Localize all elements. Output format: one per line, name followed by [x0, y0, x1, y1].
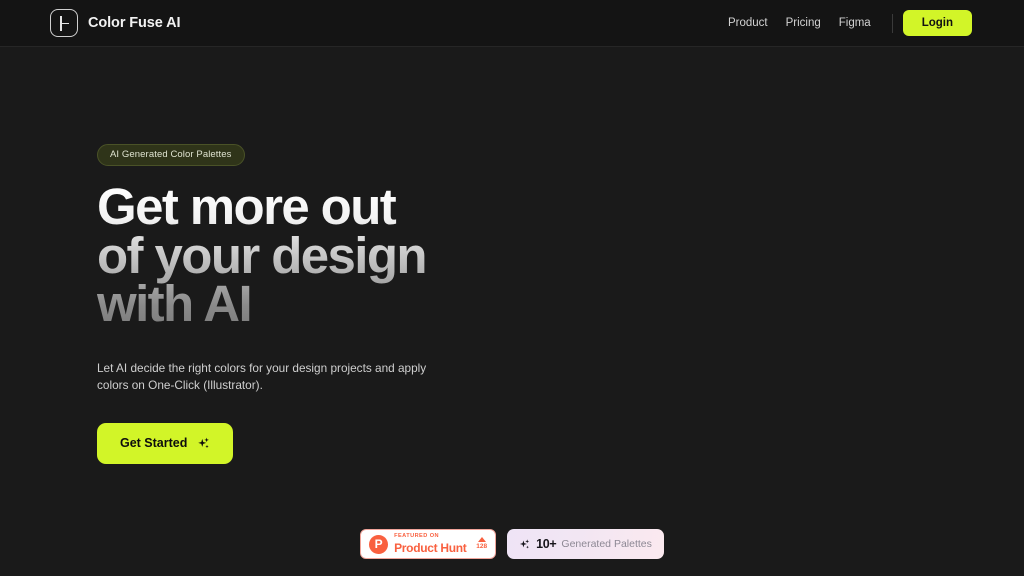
- product-hunt-logo-icon: P: [369, 534, 389, 554]
- headline-line-1: Get more out: [97, 178, 396, 235]
- nav-link-pricing[interactable]: Pricing: [777, 17, 830, 29]
- get-started-label: Get Started: [120, 436, 188, 451]
- generated-palettes-label: Generated Palettes: [561, 538, 652, 550]
- page-title: Get more out of your design with AI: [97, 183, 517, 329]
- product-hunt-vote-count: 128: [476, 543, 488, 551]
- generated-palettes-count: 10+: [536, 537, 557, 551]
- product-hunt-votes[interactable]: 128: [476, 537, 487, 551]
- product-hunt-name: Product Hunt: [394, 540, 467, 555]
- brand-name: Color Fuse AI: [88, 15, 181, 31]
- product-hunt-featured-label: FEATURED ON: [394, 533, 440, 540]
- product-hunt-badge[interactable]: P FEATURED ON Product Hunt 128: [360, 529, 497, 559]
- hero-badge-label: AI Generated Color Palettes: [110, 149, 232, 160]
- hero-subtext: Let AI decide the right colors for your …: [97, 361, 427, 392]
- get-started-button[interactable]: Get Started: [97, 422, 234, 464]
- nav-link-figma[interactable]: Figma: [830, 17, 880, 29]
- site-header: Color Fuse AI Product Pricing Figma Logi…: [0, 0, 1024, 47]
- nav-divider: [891, 13, 893, 33]
- sparkles-icon: [518, 538, 531, 551]
- headline-line-3: with AI: [97, 275, 252, 333]
- main-navigation: Product Pricing Figma Login: [719, 10, 972, 36]
- hero-badge-pill: AI Generated Color Palettes: [97, 144, 245, 166]
- product-hunt-text: FEATURED ON Product Hunt: [394, 533, 470, 555]
- upvote-triangle-icon: [477, 537, 486, 543]
- generated-palettes-badge: 10+ Generated Palettes: [507, 529, 664, 559]
- login-button[interactable]: Login: [902, 10, 972, 36]
- square-bracket-logo-icon: [50, 9, 78, 37]
- hero-section: AI Generated Color Palettes Get more out…: [0, 47, 1024, 464]
- nav-link-product[interactable]: Product: [719, 17, 777, 29]
- social-proof-badges: P FEATURED ON Product Hunt 128 10+ Gener…: [0, 529, 1024, 559]
- sparkles-icon: [196, 436, 211, 451]
- headline-line-2: of your design: [97, 226, 426, 284]
- brand-logo[interactable]: Color Fuse AI: [50, 9, 181, 37]
